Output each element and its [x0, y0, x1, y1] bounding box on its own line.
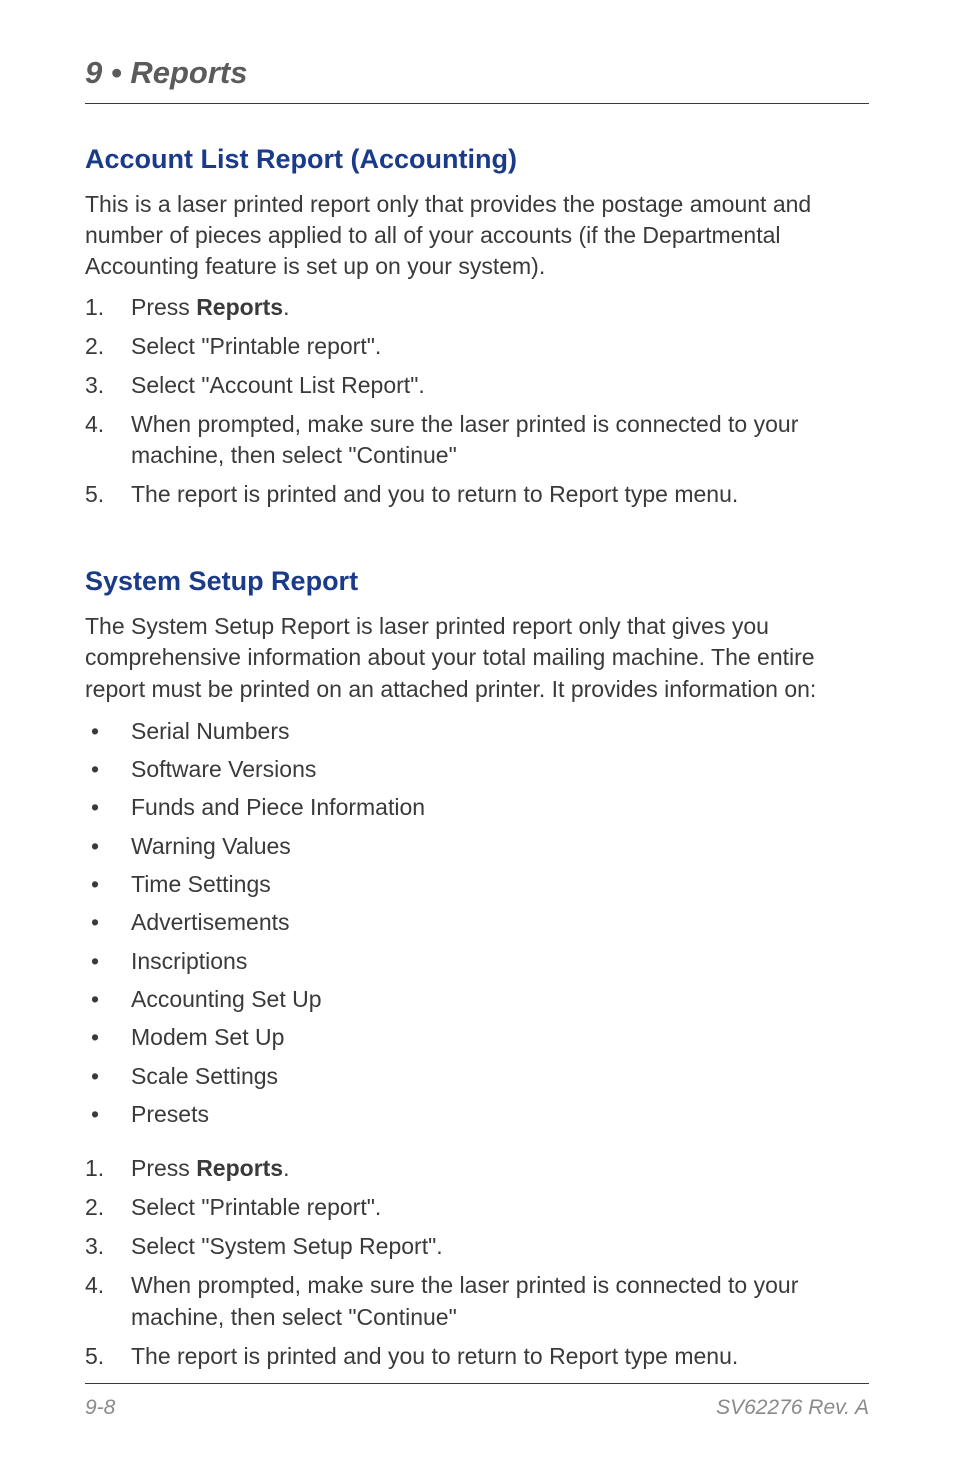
- section-intro: The System Setup Report is laser printed…: [85, 611, 869, 704]
- bullet-item: Presets: [85, 1098, 869, 1131]
- bullet-item: Accounting Set Up: [85, 983, 869, 1016]
- section-title: Account List Report (Accounting): [85, 144, 869, 175]
- section-intro: This is a laser printed report only that…: [85, 189, 869, 282]
- step-item: Select "Printable report".: [85, 1192, 869, 1223]
- step-item: When prompted, make sure the laser print…: [85, 409, 869, 471]
- section-account-list: Account List Report (Accounting) This is…: [85, 144, 869, 510]
- steps-list: Press Reports. Select "Printable report"…: [85, 292, 869, 510]
- step-item: When prompted, make sure the laser print…: [85, 1270, 869, 1332]
- bullet-item: Warning Values: [85, 830, 869, 863]
- bullet-item: Modem Set Up: [85, 1021, 869, 1054]
- bullet-item: Time Settings: [85, 868, 869, 901]
- bullet-item: Scale Settings: [85, 1060, 869, 1093]
- step-item: The report is printed and you to return …: [85, 1341, 869, 1372]
- step-item: Press Reports.: [85, 1153, 869, 1184]
- bullet-item: Software Versions: [85, 753, 869, 786]
- page-footer: 9-8 SV62276 Rev. A: [85, 1383, 869, 1420]
- chapter-header: 9 • Reports: [85, 55, 869, 104]
- bullet-item: Advertisements: [85, 906, 869, 939]
- bullet-item: Funds and Piece Information: [85, 791, 869, 824]
- bullet-item: Inscriptions: [85, 945, 869, 978]
- bullet-item: Serial Numbers: [85, 715, 869, 748]
- steps-list: Press Reports. Select "Printable report"…: [85, 1153, 869, 1371]
- section-system-setup: System Setup Report The System Setup Rep…: [85, 566, 869, 1371]
- page-number: 9-8: [85, 1396, 115, 1420]
- step-item: Select "Account List Report".: [85, 370, 869, 401]
- revision-label: SV62276 Rev. A: [716, 1396, 869, 1420]
- section-title: System Setup Report: [85, 566, 869, 597]
- step-item: Select "System Setup Report".: [85, 1231, 869, 1262]
- step-item: Select "Printable report".: [85, 331, 869, 362]
- step-item: The report is printed and you to return …: [85, 479, 869, 510]
- bullet-list: Serial Numbers Software Versions Funds a…: [85, 715, 869, 1132]
- step-item: Press Reports.: [85, 292, 869, 323]
